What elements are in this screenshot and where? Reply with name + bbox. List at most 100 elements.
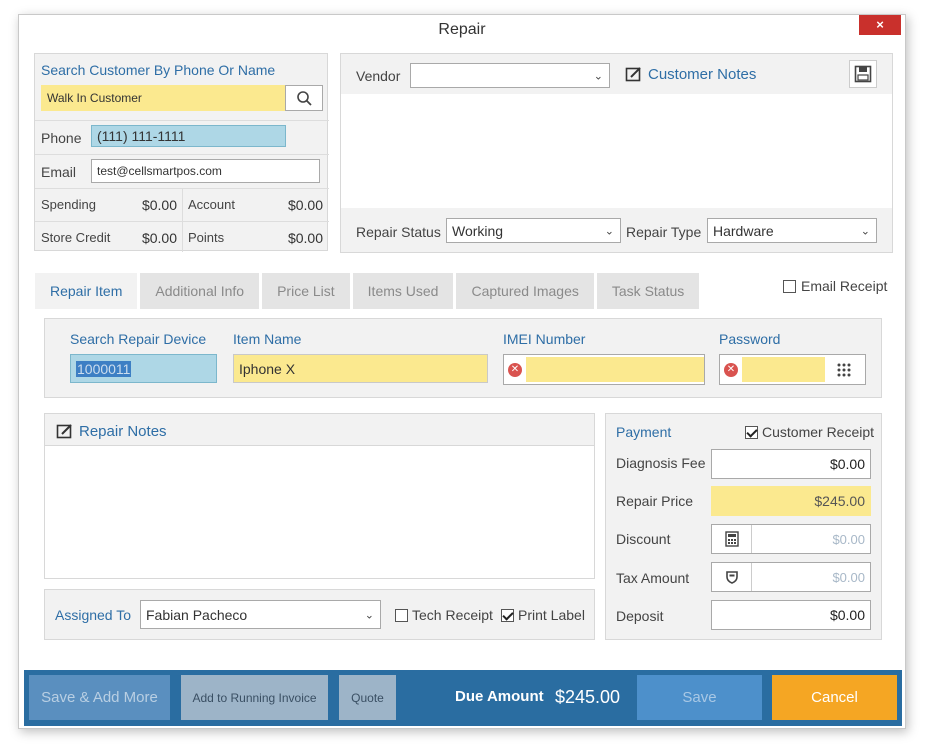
account-label: Account (188, 197, 235, 212)
cancel-button[interactable]: Cancel (772, 675, 897, 720)
email-label: Email (41, 164, 77, 180)
chevron-down-icon: ⌄ (364, 609, 374, 621)
password-input[interactable]: ✕ (719, 354, 866, 385)
repair-type-label: Repair Type (626, 224, 702, 240)
spending-label: Spending (41, 197, 96, 212)
chevron-down-icon: ⌄ (593, 70, 603, 82)
device-input[interactable]: 1000011 (70, 354, 217, 383)
diagnosis-fee-value: $0.00 (829, 456, 865, 472)
tax-amount-value: $0.00 (832, 569, 865, 585)
repair-notes-label: Repair Notes (79, 423, 167, 440)
customer-receipt-toggle[interactable]: Customer Receipt (745, 424, 874, 440)
repair-status-value: Working (452, 222, 504, 239)
print-label-checkbox[interactable] (501, 608, 514, 622)
save-notes-button[interactable] (849, 60, 877, 88)
add-running-invoice-button[interactable]: Add to Running Invoice (181, 675, 328, 720)
password-label: Password (719, 331, 781, 347)
email-receipt-toggle[interactable]: Email Receipt (783, 278, 887, 294)
phone-label: Phone (41, 130, 82, 146)
assigned-to-select[interactable]: Fabian Pacheco ⌄ (140, 600, 381, 629)
deposit-value: $0.00 (829, 607, 865, 623)
tab-price-list[interactable]: Price List (262, 273, 350, 309)
due-amount-value: $245.00 (555, 687, 621, 707)
imei-value (526, 357, 704, 382)
tech-receipt-checkbox[interactable] (395, 608, 408, 622)
edit-note-icon (625, 67, 641, 82)
deposit-input[interactable]: $0.00 (711, 600, 871, 630)
assigned-panel: Assigned To Fabian Pacheco ⌄ Tech Receip… (44, 589, 595, 640)
customer-search-button[interactable] (285, 85, 323, 111)
repair-status-label: Repair Status (356, 224, 441, 240)
keypad-icon[interactable] (837, 363, 851, 377)
error-x-icon[interactable]: ✕ (508, 363, 522, 377)
calculator-icon[interactable] (712, 525, 752, 553)
customer-notes-label: Customer Notes (648, 66, 757, 83)
payment-panel: Payment Customer Receipt Diagnosis Fee $… (605, 413, 882, 640)
email-receipt-label: Email Receipt (801, 278, 888, 294)
repair-price-input[interactable]: $245.00 (711, 486, 871, 516)
chevron-down-icon: ⌄ (860, 225, 870, 237)
tab-task-status[interactable]: Task Status (596, 273, 700, 309)
repair-notes-textarea[interactable] (45, 445, 594, 578)
search-customer-label: Search Customer By Phone Or Name (41, 62, 276, 78)
tax-amount-input[interactable]: $0.00 (711, 562, 871, 592)
device-label: Search Repair Device (70, 331, 207, 347)
device-value: 1000011 (76, 360, 132, 377)
tab-items-used[interactable]: Items Used (352, 273, 454, 309)
edit-note-icon (56, 424, 72, 439)
customer-receipt-checkbox[interactable] (745, 425, 758, 439)
spending-value: $0.00 (141, 197, 177, 213)
customer-notes-textarea[interactable] (341, 94, 892, 208)
item-name-label: Item Name (233, 331, 302, 347)
print-label-toggle[interactable]: Print Label (501, 607, 585, 623)
footer-bar: Save & Add More Add to Running Invoice Q… (24, 670, 902, 726)
repair-type-value: Hardware (713, 222, 774, 239)
repair-price-label: Repair Price (616, 493, 694, 509)
deposit-label: Deposit (616, 608, 664, 624)
tab-bar: Repair Item Additional Info Price List I… (35, 273, 702, 309)
vendor-label: Vendor (356, 68, 401, 84)
notes-panel: Vendor ⌄ Customer Notes Repair Status Wo… (340, 53, 893, 253)
phone-input[interactable]: (111) 111-1111 (91, 125, 286, 147)
save-add-more-button[interactable]: Save & Add More (29, 675, 170, 720)
close-button[interactable]: × (859, 15, 901, 35)
repair-notes-panel: Repair Notes (44, 413, 595, 579)
quote-button[interactable]: Quote (339, 675, 396, 720)
error-x-icon[interactable]: ✕ (724, 363, 738, 377)
shield-icon[interactable] (712, 563, 752, 591)
points-value: $0.00 (287, 230, 323, 246)
tab-captured-images[interactable]: Captured Images (456, 273, 594, 309)
tab-repair-item[interactable]: Repair Item (35, 273, 138, 309)
discount-input[interactable]: $0.00 (711, 524, 871, 554)
store-credit-label: Store Credit (41, 230, 111, 245)
points-label: Points (188, 230, 225, 245)
payment-title: Payment (616, 424, 672, 440)
assigned-to-value: Fabian Pacheco (146, 606, 248, 623)
floppy-disk-icon (854, 65, 872, 83)
tech-receipt-toggle[interactable]: Tech Receipt (395, 607, 493, 623)
search-icon (297, 91, 312, 106)
window-title: Repair (438, 21, 486, 38)
repair-price-value: $245.00 (814, 493, 865, 509)
discount-label: Discount (616, 531, 671, 547)
vendor-select[interactable]: ⌄ (410, 63, 610, 88)
imei-input[interactable]: ✕ (503, 354, 705, 385)
due-amount-label: Due Amount (455, 688, 544, 705)
customer-panel: Search Customer By Phone Or Name Walk In… (34, 53, 329, 252)
save-button[interactable]: Save (637, 675, 762, 720)
email-input[interactable]: test@cellsmartpos.com (91, 159, 320, 183)
repair-type-select[interactable]: Hardware ⌄ (707, 218, 877, 243)
print-label-label: Print Label (518, 607, 585, 623)
repair-item-panel: Search Repair Device 1000011 Item Name I… (44, 318, 882, 398)
discount-value: $0.00 (832, 531, 865, 547)
customer-search-input[interactable]: Walk In Customer (41, 85, 285, 111)
diagnosis-fee-input[interactable]: $0.00 (711, 449, 871, 479)
tab-additional-info[interactable]: Additional Info (140, 273, 260, 309)
chevron-down-icon: ⌄ (604, 225, 614, 237)
item-name-input[interactable]: Iphone X (233, 354, 488, 383)
password-value (742, 357, 825, 382)
repair-status-select[interactable]: Working ⌄ (446, 218, 621, 243)
email-receipt-checkbox[interactable] (783, 279, 796, 293)
customer-receipt-label: Customer Receipt (762, 424, 875, 440)
tax-amount-label: Tax Amount (616, 570, 690, 586)
